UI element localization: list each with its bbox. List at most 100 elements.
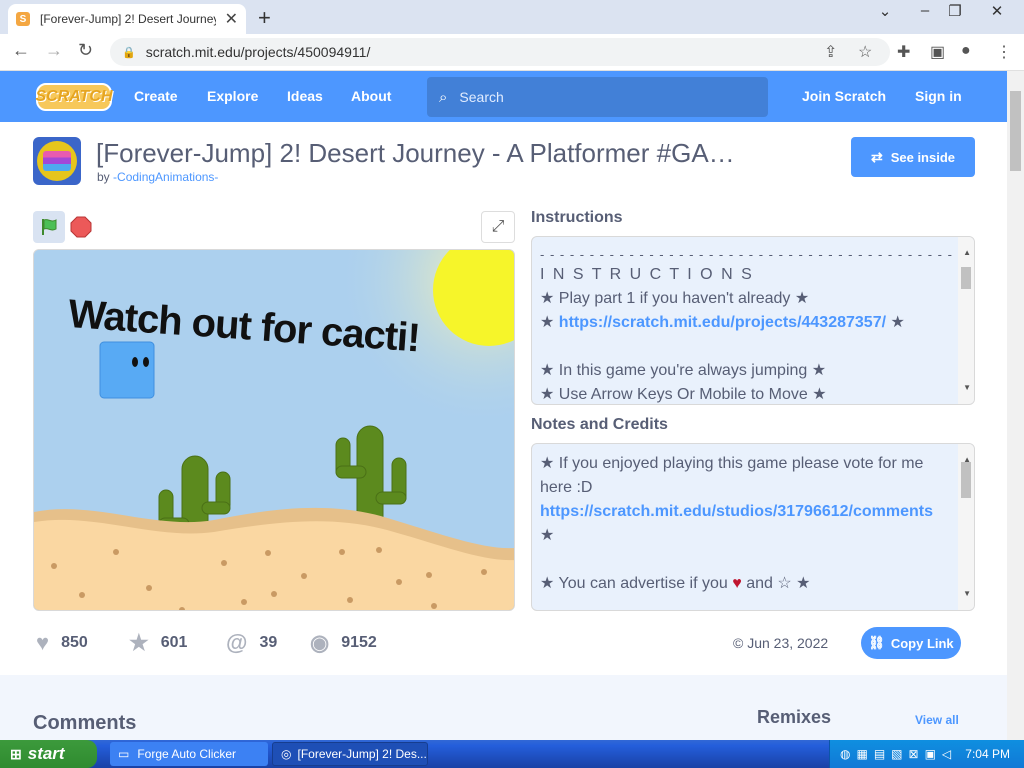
view-all-link[interactable]: View all [915,713,959,727]
reload-icon[interactable]: ↻ [78,40,93,61]
player-character [99,341,155,399]
copy-link-button[interactable]: ⛓ Copy Link [861,627,961,659]
tray-app-icon[interactable]: ▧ [891,747,902,761]
instructions-scroll-thumb[interactable] [961,267,971,289]
scratch-navbar: SCRATCH Create Explore Ideas About ⌕ Joi… [0,71,1007,122]
notes-line-advertise: ★ You can advertise if you ♥ and ☆ ★ [540,572,966,596]
network-globe-icon[interactable]: ◍ [840,747,850,761]
windows-flag-icon: ⊞ [10,745,22,762]
fullscreen-button[interactable]: ⤢ [481,211,515,243]
see-inside-label: See inside [890,149,956,165]
notes-line: here :D [540,479,593,496]
restore-icon[interactable]: ❐ [940,2,970,20]
notes-line: ★ If you enjoyed playing this game pleas… [540,455,924,472]
star-icon: ★ [129,630,149,655]
link-suffix: ★ [886,314,905,331]
profile-avatar-icon[interactable]: ● [961,42,971,60]
scroll-down-icon[interactable]: ▼ [963,582,971,606]
system-tray: ◍ ▦ ▤ ▧ ⊠ ▣ ◁ 7:04 PM [829,740,1024,768]
notes-scrollbar[interactable]: ▲ ▼ [958,444,974,610]
instructions-link[interactable]: https://scratch.mit.edu/projects/4432873… [559,314,886,331]
lower-section [0,675,1007,740]
instructions-title: Instructions [531,209,623,226]
start-label: start [27,744,65,763]
start-button[interactable]: ⊞ start [0,740,97,768]
tab-search-chevron-icon[interactable]: ⌄ [870,2,900,20]
minimize-icon[interactable]: – [910,2,940,19]
taskbar-item-auto-clicker[interactable]: ▭ Forge Auto Clicker [110,742,268,766]
remix-stat: @ 39 [226,630,277,656]
search-box[interactable]: ⌕ [427,77,768,117]
link-icon: ⛓ [868,635,885,650]
sign-in-link[interactable]: Sign in [915,88,962,104]
new-tab-icon[interactable]: + [258,5,271,31]
taskbar-item-label: Forge Auto Clicker [137,747,237,761]
favorite-count: 601 [160,634,188,651]
notes-scroll-thumb[interactable] [961,462,971,498]
instructions-line: - - - - - - - - - - - - - - - - - - - - … [540,247,953,262]
instructions-line: ★ In this game you're always jumping ★ [540,362,827,379]
scroll-down-icon[interactable]: ▼ [963,376,971,400]
notes-text: ★ You can advertise if you [540,575,733,592]
nav-create[interactable]: Create [134,88,178,104]
bookmark-star-icon[interactable]: ☆ [858,42,872,62]
love-stat[interactable]: ♥ 850 [36,630,88,656]
tray-app-icon[interactable]: ▦ [856,747,867,761]
project-thumbnail [33,137,81,185]
nav-ideas[interactable]: Ideas [287,88,323,104]
network-icon[interactable]: ▣ [925,747,936,761]
page-scrollbar[interactable] [1007,71,1024,740]
security-alert-icon[interactable]: ⊠ [909,747,919,761]
notes-studio-link[interactable]: https://scratch.mit.edu/studios/31796612… [540,503,933,520]
tab-title: [Forever-Jump] 2! Desert Journey [40,12,216,26]
remix-spiral-icon: @ [226,630,248,655]
link-prefix: ★ [540,314,559,331]
fullscreen-icon: ⤢ [491,218,505,235]
extensions-puzzle-icon[interactable]: ✚ [897,42,910,62]
side-panel-icon[interactable]: ▣ [930,42,945,62]
forward-arrow-icon[interactable]: → [45,40,63,61]
stop-sign-icon[interactable] [70,216,92,238]
see-inside-button[interactable]: ⇄ See inside [851,137,975,177]
nav-about[interactable]: About [351,88,391,104]
address-bar[interactable]: 🔒 scratch.mit.edu/projects/450094911/ ⇪ … [110,38,890,66]
kebab-menu-icon[interactable]: ⋮ [996,42,1012,62]
volume-muted-icon[interactable]: ◁ [942,747,951,761]
eye-icon: ◉ [310,630,330,655]
close-window-icon[interactable]: ✕ [982,2,1012,20]
back-arrow-icon[interactable]: ← [12,40,30,61]
love-count: 850 [61,634,88,651]
share-date: © Jun 23, 2022 [733,635,829,651]
instructions-box[interactable]: - - - - - - - - - - - - - - - - - - - - … [531,236,975,405]
notes-box[interactable]: ★ If you enjoyed playing this game pleas… [531,443,975,611]
scroll-up-icon[interactable]: ▲ [963,241,971,265]
url-text: scratch.mit.edu/projects/450094911/ [145,44,371,60]
green-flag-button[interactable] [33,211,65,243]
page-scroll-thumb[interactable] [1010,91,1021,171]
app-window-icon: ▭ [118,747,130,761]
browser-tab[interactable]: S [Forever-Jump] 2! Desert Journey ✕ [8,4,246,34]
favorite-stat[interactable]: ★ 601 [129,630,187,656]
tray-app-icon[interactable]: ▤ [874,747,885,761]
author-link[interactable]: -CodingAnimations- [113,170,218,184]
share-icon[interactable]: ⇪ [824,42,837,62]
instructions-scrollbar[interactable]: ▲ ▼ [958,237,974,404]
instructions-line [540,335,966,359]
heart-icon: ♥ [36,630,50,655]
taskbar-item-browser[interactable]: ◎ [Forever-Jump] 2! Des... [272,742,428,766]
remix-arrows-icon: ⇄ [870,148,883,165]
project-stage[interactable]: Watch out for cacti! [33,249,515,611]
view-stat: ◉ 9152 [310,630,377,656]
remix-count: 39 [259,634,278,651]
taskbar-item-label: [Forever-Jump] 2! Des... [297,747,427,761]
heart-emoji-icon: ♥ [732,575,742,592]
scratch-logo[interactable]: SCRATCH [35,83,113,111]
project-byline: by -CodingAnimations- [97,170,218,184]
instructions-line: I N S T R U C T I O N S [540,266,754,283]
nav-explore[interactable]: Explore [207,88,258,104]
scratch-favicon-icon: S [16,12,30,26]
instructions-line: ★ Play part 1 if you haven't already ★ [540,290,810,307]
search-input[interactable] [459,89,740,105]
tab-close-icon[interactable]: ✕ [225,9,238,29]
join-scratch-link[interactable]: Join Scratch [802,88,886,104]
